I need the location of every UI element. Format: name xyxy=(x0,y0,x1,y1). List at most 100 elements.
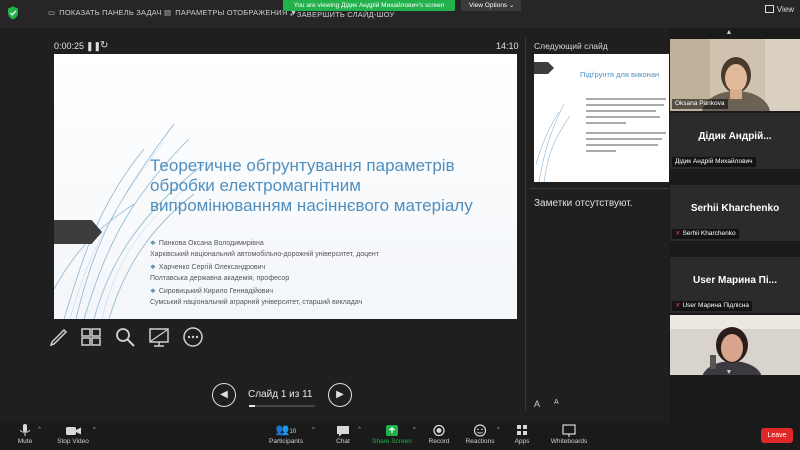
strip-scroll-down-icon[interactable]: ▼ xyxy=(724,369,734,376)
participant-tile[interactable] xyxy=(670,315,800,375)
slide-progress-fill xyxy=(249,405,255,407)
chat-caret-icon[interactable]: ^ xyxy=(358,427,361,433)
viewing-banner: You are viewing Дідик Андрій Михайлович'… xyxy=(283,0,455,11)
view-button[interactable]: View xyxy=(764,5,794,14)
participant-tile[interactable]: User Марина Пі... ✕ User Марина Підлісна xyxy=(670,257,800,313)
next-slide-text-line xyxy=(586,104,664,106)
slide-body-line: Харківський національний автомобільно-до… xyxy=(150,251,379,258)
pause-icon[interactable]: ❚❚ xyxy=(86,41,101,52)
chevron-left-icon: ◀ xyxy=(220,389,228,400)
apps-icon xyxy=(517,425,527,435)
bullet-icon: ❖ xyxy=(150,264,156,271)
share-screen-icon xyxy=(386,425,398,436)
slide-body-line: Полтавська державна академія, професор xyxy=(150,275,289,282)
next-slide-text-line xyxy=(586,116,660,118)
slide-body-text: Полтавська державна академія, професор xyxy=(150,275,290,282)
participant-name-label: Дідик Андрій Михайлович xyxy=(672,157,756,167)
slide-body-text: Панкова Оксана Володимирівна xyxy=(158,240,264,247)
participant-name-label: Oksana Pankova xyxy=(672,99,728,109)
leave-button[interactable]: Leave xyxy=(761,428,793,443)
participant-tile[interactable]: Oksana Pankova xyxy=(670,39,800,111)
decrease-font-button[interactable]: A xyxy=(554,399,559,406)
end-slideshow-button[interactable]: ▪ ЗАВЕРШИТЬ СЛАЙД-ШОУ xyxy=(290,10,394,19)
chat-icon xyxy=(337,426,349,437)
all-slides-icon[interactable] xyxy=(80,326,102,348)
bullet-icon: ❖ xyxy=(150,288,156,295)
notes-divider[interactable] xyxy=(530,188,670,189)
bullet-icon: ❖ xyxy=(150,240,156,247)
presenter-top-bar: ▭ ПОКАЗАТЬ ПАНЕЛЬ ЗАДАЧ ▤ ПАРАМЕТРЫ ОТОБРА… xyxy=(0,0,800,28)
reactions-icon xyxy=(473,424,487,437)
participant-name: Дідик Андрій... xyxy=(698,131,772,142)
strip-scroll-up-icon[interactable]: ▲ xyxy=(724,29,734,36)
participants-icon: 👥10 xyxy=(275,424,297,436)
participants-button[interactable]: 👥10 Participants xyxy=(268,423,304,446)
record-icon xyxy=(433,424,445,437)
previous-slide-button[interactable]: ◀ xyxy=(212,383,236,407)
next-slide-button[interactable]: ▶ xyxy=(328,383,352,407)
next-slide-text-line xyxy=(586,110,656,112)
whiteboards-button[interactable]: Whiteboards xyxy=(548,423,590,446)
next-slide-label: Следующий слайд xyxy=(534,41,608,51)
more-options-icon[interactable] xyxy=(182,326,204,348)
panel-divider[interactable] xyxy=(525,38,526,410)
stop-video-button[interactable]: Stop Video xyxy=(56,423,90,446)
display-settings-button[interactable]: ▤ ПАРАМЕТРЫ ОТОБРАЖЕНИЯ ▼ xyxy=(164,8,297,17)
notes-text: Заметки отсутствуют. xyxy=(534,198,633,209)
show-taskbar-button[interactable]: ▭ ПОКАЗАТЬ ПАНЕЛЬ ЗАДАЧ xyxy=(48,8,162,17)
pen-icon[interactable] xyxy=(48,326,70,348)
end-show-icon: ▪ xyxy=(290,10,293,19)
view-options-dropdown[interactable]: View Options ⌄ xyxy=(461,0,521,11)
next-slide-text-line xyxy=(586,150,616,152)
next-slide-text-line xyxy=(586,132,666,134)
slide-progress-track xyxy=(249,405,315,407)
next-slide-text-line xyxy=(586,138,662,140)
share-caret-icon[interactable]: ^ xyxy=(413,427,416,433)
share-screen-button[interactable]: Share Screen xyxy=(371,423,413,446)
next-slide-title: Підґрунтя для виконан xyxy=(580,70,660,79)
video-camera-icon xyxy=(66,427,81,435)
clock: 14:10 xyxy=(496,41,519,51)
black-screen-icon[interactable] xyxy=(148,326,170,348)
participant-name: User Марина Пі... xyxy=(693,275,777,286)
next-slide-text-line xyxy=(586,144,658,146)
slide-body-line: ❖ Сировицький Кирило Геннадійович xyxy=(150,287,273,295)
restart-icon[interactable]: ↻ xyxy=(100,40,108,51)
slide-body-line: Сумський національний аграрний університ… xyxy=(150,299,362,306)
participant-video xyxy=(670,315,800,375)
slide-body-line: ❖ Харченко Сергій Олександрович xyxy=(150,263,265,271)
next-slide-preview[interactable]: Підґрунтя для виконан xyxy=(534,54,677,182)
mute-options-caret-icon[interactable]: ^ xyxy=(38,427,41,433)
zoom-icon[interactable] xyxy=(114,326,136,348)
participant-tile[interactable]: Дідик Андрій... Дідик Андрій Михайлович xyxy=(670,113,800,169)
slide-counter[interactable]: Слайд 1 из 11 xyxy=(248,389,313,400)
participant-name: Serhii Kharchenko xyxy=(690,203,780,214)
slide-title: Теоретичне обгрунтування параметрів обро… xyxy=(150,156,473,215)
muted-mic-icon: ✕ xyxy=(675,302,681,309)
participant-tile[interactable]: Serhii Kharchenko ✕ Serhii Kharchenko xyxy=(670,185,800,241)
slide-body-text: Сировицький Кирило Геннадійович xyxy=(158,288,274,295)
display-icon: ▤ xyxy=(164,8,172,17)
slide-body-line: ❖ Панкова Оксана Володимирівна xyxy=(150,239,264,247)
whiteboard-icon xyxy=(562,424,576,437)
mute-button[interactable]: Mute xyxy=(14,423,36,446)
slide-body-text: Харченко Сергій Олександрович xyxy=(158,264,266,271)
taskbar-icon: ▭ xyxy=(48,8,56,17)
slide-body-text: Харківський національний автомобільно-до… xyxy=(150,251,379,258)
record-button[interactable]: Record xyxy=(428,423,450,446)
participant-name-label: ✕ Serhii Kharchenko xyxy=(672,229,739,239)
elapsed-timer: 0:00:25 xyxy=(54,41,85,51)
shield-icon[interactable] xyxy=(7,6,19,20)
increase-font-button[interactable]: A xyxy=(534,399,540,409)
reactions-caret-icon[interactable]: ^ xyxy=(497,427,500,433)
current-slide: Теоретичне обгрунтування параметрів обро… xyxy=(54,54,517,319)
video-options-caret-icon[interactable]: ^ xyxy=(93,427,96,433)
participant-name-label: ✕ User Марина Підлісна xyxy=(672,301,752,311)
muted-mic-icon: ✕ xyxy=(675,230,681,237)
reactions-button[interactable]: Reactions xyxy=(465,423,495,446)
participants-caret-icon[interactable]: ^ xyxy=(312,427,315,433)
microphone-icon xyxy=(20,424,30,436)
next-slide-text-line xyxy=(586,98,666,100)
chat-button[interactable]: Chat xyxy=(333,423,353,446)
apps-button[interactable]: Apps xyxy=(511,423,533,446)
